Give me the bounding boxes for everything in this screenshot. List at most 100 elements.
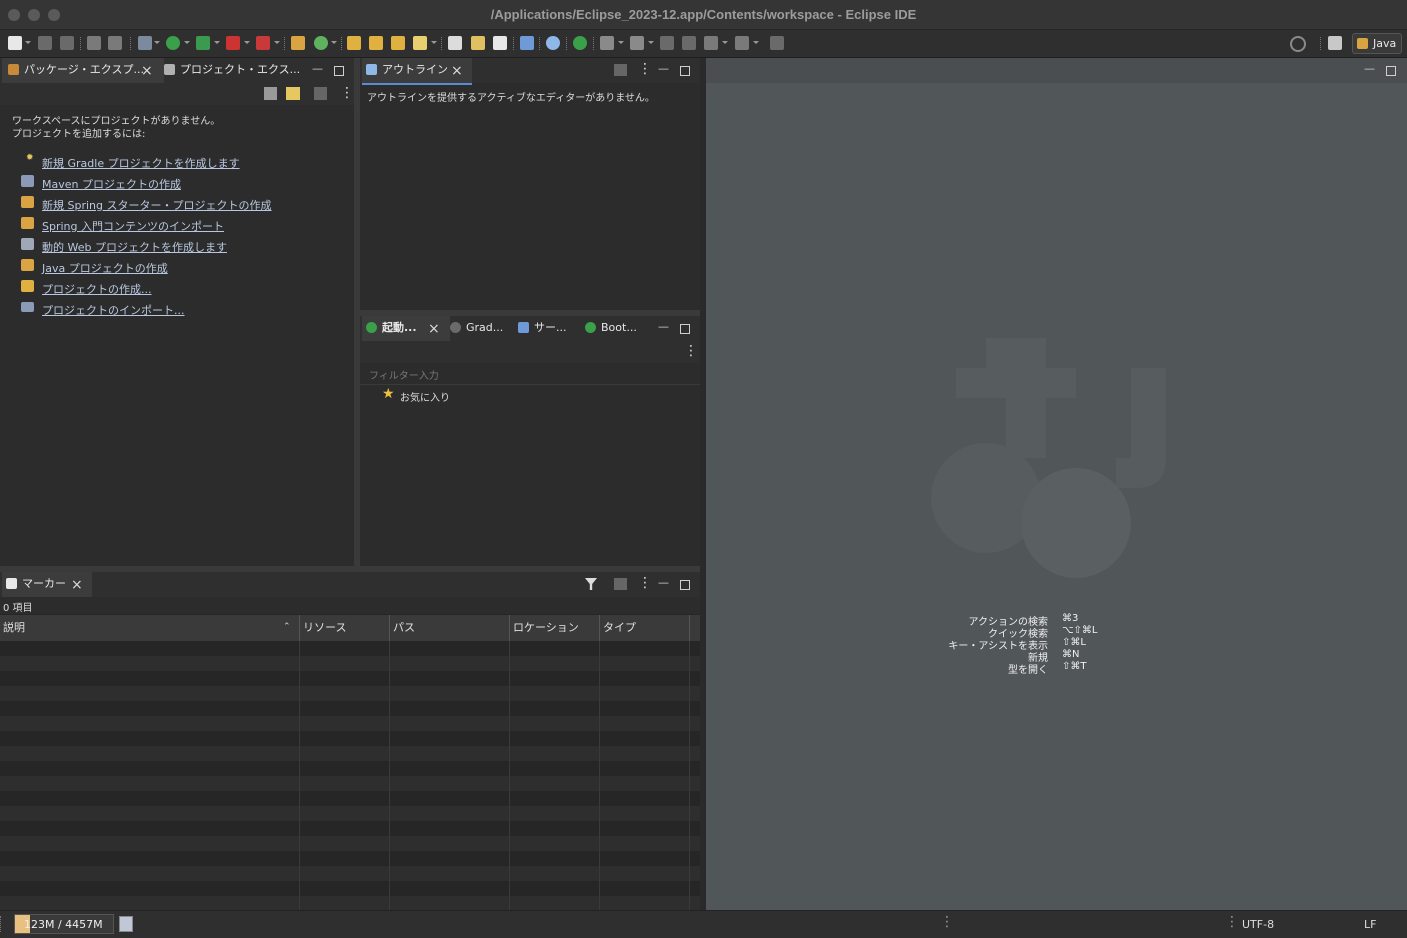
column-resource[interactable]: リソース — [303, 615, 346, 640]
debug-icon[interactable] — [138, 36, 152, 50]
shortcut-hints: アクションの検索 ⌘3 クイック検索 ⌥⇧⌘L キー・アシストを表示 ⇧⌘L 新規 ⌘N 型を開… — [926, 613, 1126, 676]
open-perspective-icon[interactable] — [1328, 36, 1342, 50]
tab-project-explorer[interactable]: プロジェクト・エクス... — [162, 58, 304, 83]
encoding-label[interactable]: UTF-8 — [1242, 918, 1274, 931]
table-row[interactable] — [0, 686, 700, 701]
table-row[interactable] — [0, 761, 700, 776]
table-row[interactable] — [0, 776, 700, 791]
console-icon[interactable] — [520, 36, 534, 50]
minimize-icon[interactable]: — — [658, 62, 669, 75]
launch-toolbar: ⋮ — [360, 341, 700, 363]
heap-label: 123M / 4457M — [24, 918, 103, 931]
tab-project-explorer-label: プロジェクト・エクス... — [180, 63, 301, 76]
pin-editor-icon[interactable] — [770, 36, 784, 50]
open-task-icon[interactable] — [391, 36, 405, 50]
table-row[interactable] — [0, 746, 700, 761]
table-row[interactable] — [0, 881, 700, 896]
shortcut-key: ⌥⇧⌘L — [1062, 625, 1098, 636]
heap-status[interactable]: 123M / 4457M — [14, 914, 114, 934]
table-row[interactable] — [0, 866, 700, 881]
markers-view: マーカー × ⋮ — 0 項目 説明 ⌃ リソース パス ロケーション タイプ — [0, 572, 700, 910]
new-icon[interactable] — [8, 36, 22, 50]
shortcut-key: ⇧⌘L — [1062, 637, 1086, 648]
search-icon[interactable] — [1290, 36, 1306, 52]
coverage-icon[interactable] — [196, 36, 210, 50]
table-row[interactable] — [0, 821, 700, 836]
table-row[interactable] — [0, 851, 700, 866]
focus-icon[interactable] — [314, 87, 327, 100]
maximize-icon[interactable] — [680, 66, 690, 76]
view-menu-icon[interactable]: ⋮ — [638, 575, 652, 591]
view-menu-icon[interactable]: ⋮ — [684, 343, 698, 359]
column-location[interactable]: ロケーション — [513, 615, 579, 640]
open-type-icon[interactable] — [347, 36, 361, 50]
link-label: プロジェクトの作成... — [42, 283, 152, 296]
external-tools-icon[interactable] — [256, 36, 270, 50]
close-package-explorer-icon[interactable]: × — [141, 64, 153, 78]
filter-input[interactable]: フィルター入力 — [360, 363, 700, 385]
table-row[interactable] — [0, 716, 700, 731]
column-type[interactable]: タイプ — [603, 615, 636, 640]
java-perspective-button[interactable]: Java — [1352, 33, 1402, 54]
redo-icon[interactable] — [108, 36, 122, 50]
shortcut-key: ⌘3 — [1062, 613, 1079, 624]
boot-dashboard-icon[interactable] — [573, 36, 587, 50]
table-row[interactable] — [0, 641, 700, 656]
garbage-collect-icon[interactable] — [119, 916, 133, 932]
column-path[interactable]: パス — [393, 615, 415, 640]
next-annotation-icon[interactable] — [600, 36, 614, 50]
search-file-icon[interactable] — [448, 36, 462, 50]
link-with-editor-icon[interactable] — [286, 87, 300, 100]
table-row[interactable] — [0, 896, 700, 910]
new-java-project-icon[interactable] — [291, 36, 305, 50]
focus-icon[interactable] — [614, 64, 627, 76]
maximize-icon[interactable] — [1386, 66, 1396, 76]
save-icon[interactable] — [38, 36, 52, 50]
maximize-icon[interactable] — [680, 324, 690, 334]
maximize-icon[interactable] — [680, 580, 690, 590]
minimize-icon[interactable]: — — [1364, 62, 1375, 75]
view-menu-icon[interactable]: ⋮ — [340, 85, 354, 101]
stop-icon[interactable] — [226, 36, 240, 50]
undo-icon[interactable] — [87, 36, 101, 50]
table-row[interactable] — [0, 701, 700, 716]
column-description[interactable]: 説明 — [3, 615, 25, 640]
collapse-all-icon[interactable] — [264, 87, 277, 100]
line-delimiter-label[interactable]: LF — [1364, 918, 1376, 931]
forward-icon[interactable] — [735, 36, 749, 50]
forward-edit-icon[interactable] — [682, 36, 696, 50]
settings-gear-icon[interactable] — [546, 36, 560, 50]
minimize-icon[interactable]: — — [658, 320, 669, 333]
table-row[interactable] — [0, 731, 700, 746]
table-row[interactable] — [0, 671, 700, 686]
gradle-elephant-icon — [450, 322, 461, 333]
table-row[interactable] — [0, 791, 700, 806]
open-resource-icon[interactable] — [369, 36, 383, 50]
tab-boot-dashboard[interactable]: Boot... — [585, 316, 645, 341]
table-row[interactable] — [0, 836, 700, 851]
close-launch-icon[interactable]: × — [428, 322, 440, 336]
close-outline-icon[interactable]: × — [451, 64, 463, 78]
tab-gradle[interactable]: Grad... — [450, 316, 510, 341]
minimize-icon[interactable]: — — [312, 62, 323, 75]
table-row[interactable] — [0, 656, 700, 671]
view-menu-icon[interactable]: ⋮ — [638, 61, 652, 77]
boot-icon — [585, 322, 596, 333]
spring-icon[interactable] — [471, 36, 485, 50]
save-all-icon[interactable] — [60, 36, 74, 50]
minimize-icon[interactable]: — — [658, 576, 669, 589]
maximize-icon[interactable] — [334, 66, 344, 76]
close-markers-icon[interactable]: × — [71, 578, 83, 592]
annotation-icon[interactable] — [493, 36, 507, 50]
new-package-icon[interactable] — [314, 36, 328, 50]
run-icon[interactable] — [166, 36, 180, 50]
perspective-label: Java — [1373, 37, 1397, 50]
last-edit-icon[interactable] — [660, 36, 674, 50]
focus-icon[interactable] — [614, 578, 627, 590]
table-row[interactable] — [0, 806, 700, 821]
pen-icon[interactable] — [413, 36, 427, 50]
back-icon[interactable] — [704, 36, 718, 50]
tab-servers[interactable]: サー... — [518, 316, 574, 341]
tab-package-explorer[interactable]: パッケージ・エクスプ... — [2, 58, 164, 85]
prev-annotation-icon[interactable] — [630, 36, 644, 50]
